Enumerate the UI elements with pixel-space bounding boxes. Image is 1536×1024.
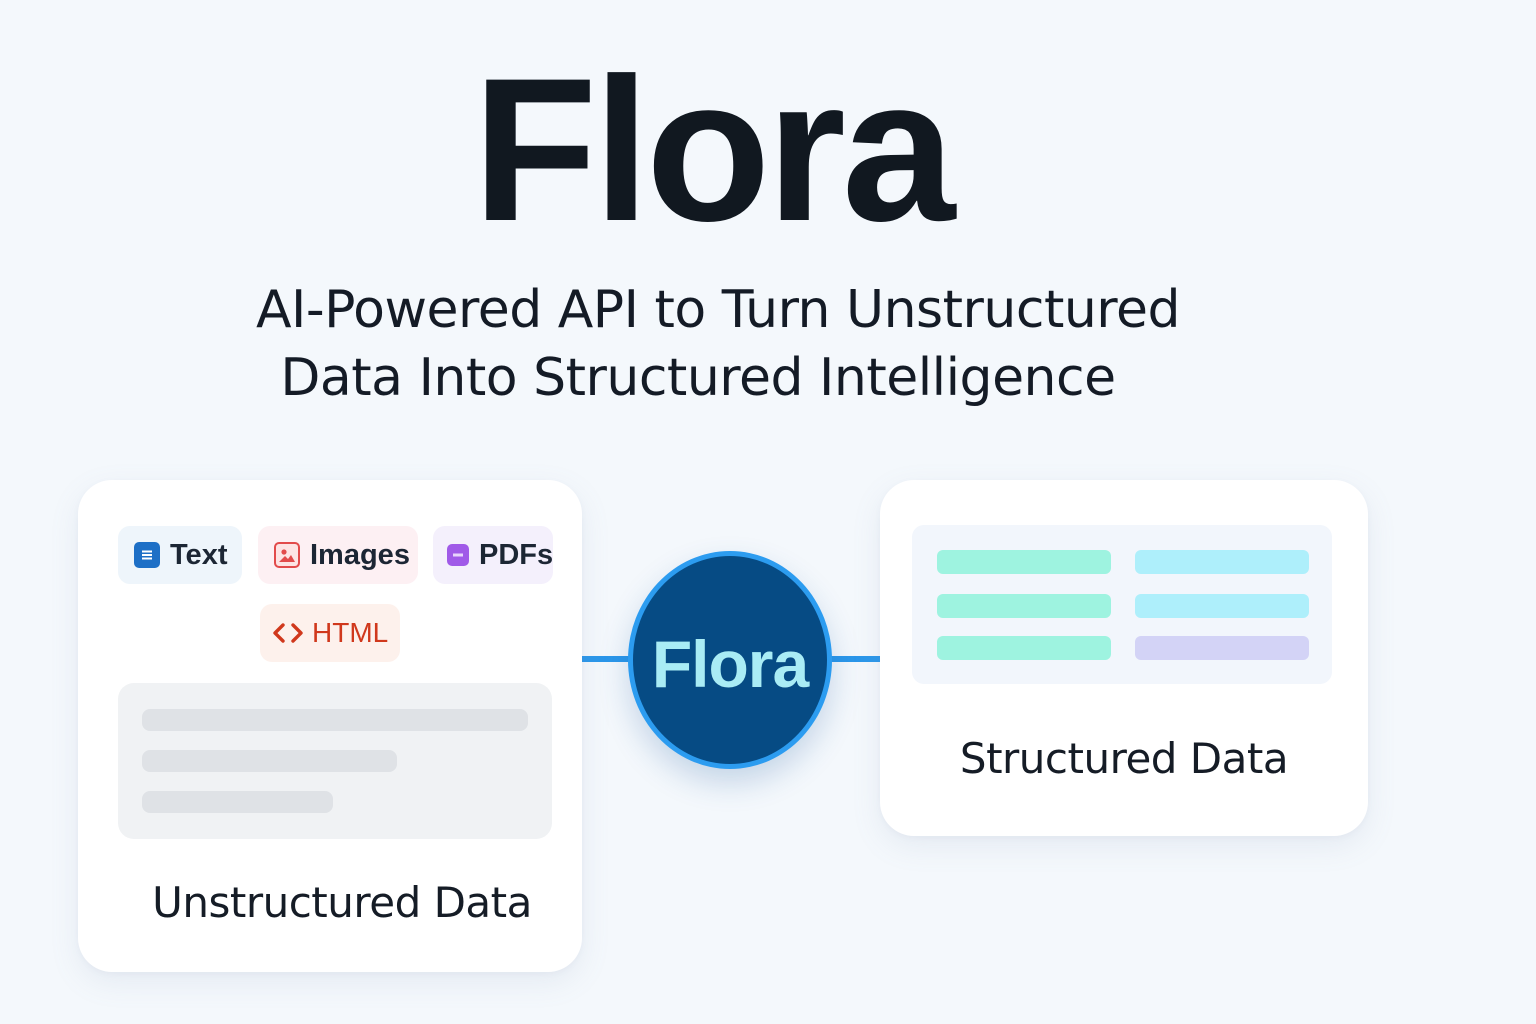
flora-hub-label: Flora [651,627,809,701]
document-line [142,709,528,731]
structured-data-card: Structured Data [880,480,1368,836]
text-chip: Text [118,526,242,584]
html-chip-label: HTML [312,617,389,648]
table-cell [937,594,1111,618]
document-preview [118,683,552,839]
images-chip: Images [258,526,418,584]
table-cell [937,636,1111,660]
text-chip-label: Text [170,538,228,571]
structured-data-label: Structured Data [959,734,1289,783]
pdfs-chip-label: PDFs [479,538,554,571]
right-connector-line [828,656,880,662]
document-lines-icon [134,542,160,568]
pdf-icon [447,544,469,566]
unstructured-data-label: Unstructured Data [152,878,532,927]
subtitle-line-2: Data Into Structured Intelligence [280,348,1116,408]
subtitle-line-1: AI-Powered API to Turn Unstructured [255,280,1181,340]
document-line [142,791,333,813]
table-cell [1135,594,1309,618]
document-line [142,750,397,772]
unstructured-data-card: Text Images PDFs HTML Unstructured Data [78,480,582,972]
table-cell [937,550,1111,574]
images-chip-label: Images [310,538,410,571]
pdfs-chip: PDFs [433,526,553,584]
flora-hub: Flora [628,551,832,769]
table-cell [1135,636,1309,660]
structured-table [912,525,1332,684]
html-chip: HTML [260,604,400,662]
code-brackets-icon [272,620,304,646]
left-connector-line [582,656,632,662]
image-icon [274,542,300,568]
table-cell [1135,550,1309,574]
page-title: Flora [472,36,956,264]
